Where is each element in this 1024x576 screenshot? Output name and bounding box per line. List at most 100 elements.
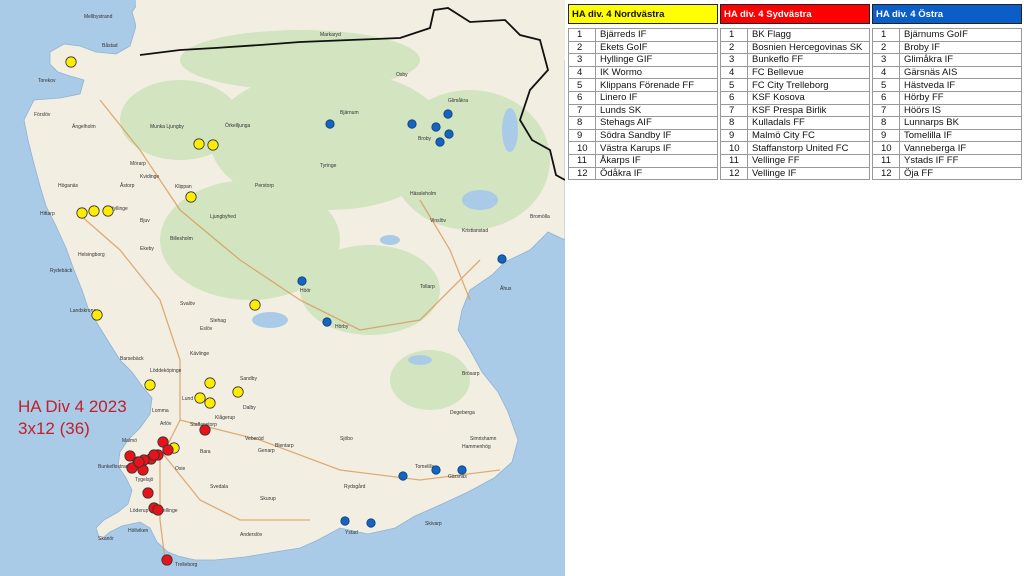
town-label: Båstad bbox=[102, 42, 118, 49]
team-name: Hörby FF bbox=[899, 90, 1022, 105]
town-label: Dalby bbox=[243, 405, 256, 411]
blue-club-marker bbox=[407, 119, 417, 129]
table-row: 1 Bjärnums GoIF bbox=[872, 28, 1022, 42]
table-row: 4 FC Bellevue bbox=[720, 65, 870, 80]
town-label: Gärsnäs bbox=[448, 474, 467, 480]
town-label: Bjuv bbox=[140, 218, 150, 224]
row-number: 8 bbox=[568, 116, 596, 130]
row-number: 3 bbox=[720, 53, 748, 67]
row-number: 2 bbox=[568, 40, 596, 55]
row-number: 6 bbox=[872, 90, 900, 105]
town-label: Vinslöv bbox=[430, 218, 447, 224]
town-label: Hässleholm bbox=[410, 191, 436, 197]
town-label: Veberöd bbox=[245, 436, 264, 442]
town-label: Brösarp bbox=[462, 371, 480, 377]
team-name: Södra Sandby IF bbox=[595, 128, 718, 143]
blue-club-marker bbox=[340, 516, 350, 526]
town-label: Munka Ljungby bbox=[150, 124, 184, 130]
team-name: Vanneberga IF bbox=[899, 141, 1022, 155]
town-label: Lomma bbox=[152, 408, 169, 414]
team-name: Ystads IF FF bbox=[899, 153, 1022, 168]
team-name: Linero IF bbox=[595, 90, 718, 105]
table-row: 10 Vanneberga IF bbox=[872, 141, 1022, 155]
team-name: KSF Kosova bbox=[747, 90, 870, 105]
team-name: Hästveda IF bbox=[899, 78, 1022, 92]
table-row: 6 KSF Kosova bbox=[720, 90, 870, 105]
yellow-club-marker bbox=[249, 299, 261, 311]
town-label: Löderup bbox=[130, 508, 149, 514]
team-name: Malmö City FC bbox=[747, 128, 870, 143]
table-row: 5 Hästveda IF bbox=[872, 78, 1022, 92]
table-row: 2 Bosnien Hercegovinas SK bbox=[720, 40, 870, 55]
town-label: Bjärnum bbox=[340, 110, 359, 116]
team-name: Höörs IS bbox=[899, 103, 1022, 118]
yellow-club-marker bbox=[88, 205, 100, 217]
town-label: Lund bbox=[182, 396, 193, 402]
team-name: Vellinge FF bbox=[747, 153, 870, 168]
town-label: Blentarp bbox=[275, 443, 294, 449]
table-row: 8 Kulladals FF bbox=[720, 116, 870, 130]
town-label: Simrishamn bbox=[470, 436, 497, 442]
town-label: Förslöv bbox=[34, 112, 51, 118]
row-number: 1 bbox=[720, 28, 748, 42]
map-title: HA Div 4 2023 bbox=[18, 397, 127, 416]
town-label: Barsebäck bbox=[120, 356, 144, 362]
town-label: Klippan bbox=[175, 184, 192, 190]
yellow-club-marker bbox=[194, 392, 206, 404]
table-row: 6 Linero IF bbox=[568, 90, 718, 105]
table-row: 9 Tomelilla IF bbox=[872, 128, 1022, 143]
town-label: Eslöv bbox=[200, 326, 213, 332]
row-number: 4 bbox=[872, 65, 900, 80]
row-number: 1 bbox=[568, 28, 596, 42]
yellow-club-marker bbox=[232, 386, 244, 398]
row-number: 3 bbox=[872, 53, 900, 67]
team-name: Ödåkra IF bbox=[595, 166, 718, 181]
table-row: 3 Glimåkra IF bbox=[872, 53, 1022, 67]
town-label: Åhus bbox=[500, 285, 512, 292]
team-name: Hyllinge GIF bbox=[595, 53, 718, 67]
row-number: 6 bbox=[568, 90, 596, 105]
yellow-club-marker bbox=[185, 191, 197, 203]
skane-map: Mellbystrand Båstad Torekov Förslöv Ängelhol… bbox=[0, 0, 565, 576]
town-label: Sjöbo bbox=[340, 436, 353, 442]
town-label: Hörby bbox=[335, 324, 349, 330]
table-row: 7 KSF Prespa Birlik bbox=[720, 103, 870, 118]
town-label: Bromölla bbox=[530, 214, 550, 220]
blue-club-marker bbox=[497, 254, 507, 264]
red-club-marker bbox=[142, 487, 154, 499]
town-label: Oxie bbox=[175, 466, 186, 472]
town-label: Perstorp bbox=[255, 183, 274, 189]
team-name: FC Bellevue bbox=[747, 65, 870, 80]
map-title-block: HA Div 4 2023 3x12 (36) bbox=[18, 396, 127, 440]
red-club-marker bbox=[161, 554, 173, 566]
row-number: 12 bbox=[872, 166, 900, 181]
town-label: Tygelsjö bbox=[135, 477, 154, 483]
team-name: Bjärnums GoIF bbox=[899, 28, 1022, 42]
table-row: 2 Ekets GoIF bbox=[568, 40, 718, 55]
row-number: 5 bbox=[872, 78, 900, 92]
table-row: 11 Ystads IF FF bbox=[872, 153, 1022, 168]
team-name: KSF Prespa Birlik bbox=[747, 103, 870, 118]
town-label: Svedala bbox=[210, 484, 228, 490]
table-row: 1 Bjärreds IF bbox=[568, 28, 718, 42]
blue-club-marker bbox=[366, 518, 376, 528]
row-number: 11 bbox=[720, 153, 748, 168]
table-row: 7 Höörs IS bbox=[872, 103, 1022, 118]
row-number: 6 bbox=[720, 90, 748, 105]
town-label: Hittarp bbox=[40, 211, 55, 217]
town-label: Löddeköpinge bbox=[150, 368, 182, 374]
town-label: Helsingborg bbox=[78, 252, 105, 258]
town-label: Kristianstad bbox=[462, 228, 488, 234]
team-name: Ekets GoIF bbox=[595, 40, 718, 55]
table-row: 8 Lunnarps BK bbox=[872, 116, 1022, 130]
blue-club-marker bbox=[431, 122, 441, 132]
table-sydvastra: HA div. 4 Sydvästra 1 BK Flagg 2 Bosnien Her… bbox=[720, 4, 870, 181]
table-row: 10 Västra Karups IF bbox=[568, 141, 718, 155]
team-name: Broby IF bbox=[899, 40, 1022, 55]
table-row: 12 Vellinge IF bbox=[720, 166, 870, 181]
team-name: Stehags AIF bbox=[595, 116, 718, 130]
row-number: 10 bbox=[720, 141, 748, 155]
town-label: Anderslöv bbox=[240, 532, 263, 538]
table-nordvastra: HA div. 4 Nordvästra 1 Bjärreds IF 2 Ekets G… bbox=[568, 4, 718, 181]
town-label: Arlöv bbox=[160, 421, 172, 427]
